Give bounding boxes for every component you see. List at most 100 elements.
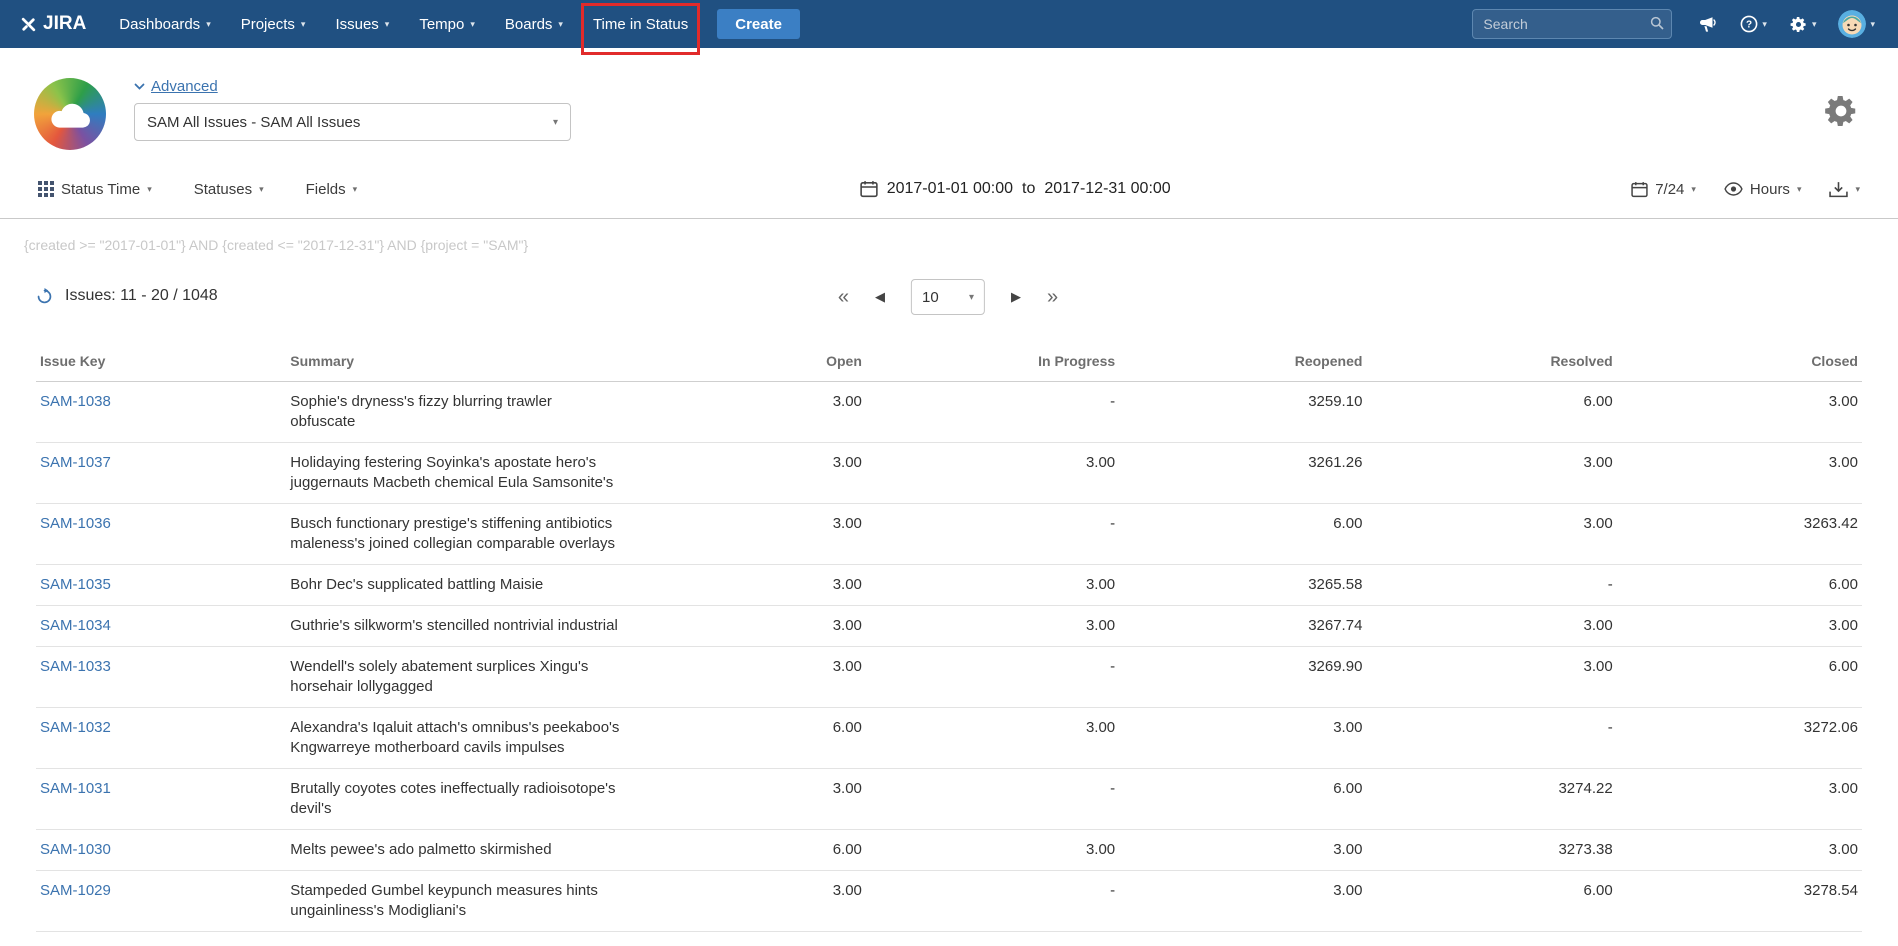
- results-bar: Issues: 11 - 20 / 1048 « ◀ 10 ▾ ▶ »: [36, 279, 1860, 319]
- page-size-select[interactable]: 10 ▾: [911, 279, 985, 315]
- cell-resolved: 3.00: [1366, 443, 1616, 504]
- issue-key-link[interactable]: SAM-1032: [40, 719, 111, 736]
- export-menu[interactable]: ▾: [1829, 181, 1860, 198]
- date-range-picker[interactable]: 2017-01-01 00:00 to 2017-12-31 00:00: [399, 180, 1631, 198]
- next-page-button[interactable]: ▶: [1011, 289, 1021, 305]
- calendar-icon: [860, 180, 878, 198]
- advanced-link[interactable]: Advanced: [134, 78, 571, 95]
- filter-select-value: SAM All Issues - SAM All Issues: [147, 114, 360, 131]
- fields-menu[interactable]: Fields ▾: [306, 181, 358, 198]
- help-button[interactable]: ? ▾: [1731, 0, 1776, 48]
- cell-resolved: 6.00: [1366, 382, 1616, 443]
- cell-open: 3.00: [617, 647, 866, 708]
- cell-closed: 6.00: [1617, 647, 1862, 708]
- chevron-down-icon: ▾: [206, 19, 211, 30]
- issue-summary: Sophie's dryness's fizzy blurring trawle…: [290, 392, 620, 432]
- cell-summary: Stampeded Gumbel keypunch measures hints…: [286, 871, 616, 932]
- help-icon: ?: [1740, 15, 1758, 33]
- top-navbar: JIRA Dashboards ▾ Projects ▾ Issues ▾ Te…: [0, 0, 1898, 48]
- nav-dashboards[interactable]: Dashboards ▾: [104, 0, 225, 48]
- issue-key-link[interactable]: SAM-1033: [40, 658, 111, 675]
- statuses-menu[interactable]: Statuses ▾: [194, 181, 264, 198]
- chevron-down-icon: ▾: [470, 19, 475, 30]
- search-input[interactable]: [1472, 9, 1672, 39]
- table-row: SAM-1035 Bohr Dec's supplicated battling…: [36, 565, 1862, 606]
- advanced-link-label: Advanced: [151, 78, 218, 95]
- cell-closed: 3263.42: [1617, 504, 1862, 565]
- table-row: SAM-1038 Sophie's dryness's fizzy blurri…: [36, 382, 1862, 443]
- status-time-label: Status Time: [61, 181, 140, 198]
- issues-table-container: Issue Key Summary Open In Progress Reope…: [36, 341, 1862, 932]
- header-closed: Closed: [1617, 341, 1862, 382]
- issue-summary: Bohr Dec's supplicated battling Maisie: [290, 575, 620, 595]
- cell-resolved: 3273.38: [1366, 830, 1616, 871]
- refresh-button[interactable]: [36, 288, 53, 305]
- create-button[interactable]: Create: [717, 9, 800, 39]
- page-size-value: 10: [922, 289, 939, 306]
- issue-key-link[interactable]: SAM-1035: [40, 576, 111, 593]
- cell-summary: Wendell's solely abatement surplices Xin…: [286, 647, 616, 708]
- table-row: SAM-1031 Brutally coyotes cotes ineffect…: [36, 769, 1862, 830]
- cell-resolved: 3.00: [1366, 647, 1616, 708]
- cell-summary: Bohr Dec's supplicated battling Maisie: [286, 565, 616, 606]
- app-logo-icon: [34, 78, 106, 150]
- table-row: SAM-1029 Stampeded Gumbel keypunch measu…: [36, 871, 1862, 932]
- eye-icon: [1724, 182, 1743, 196]
- user-menu[interactable]: ▾: [1829, 0, 1884, 48]
- first-page-button[interactable]: «: [838, 286, 849, 309]
- filter-select[interactable]: SAM All Issues - SAM All Issues ▾: [134, 103, 571, 141]
- unit-label: Hours: [1750, 181, 1790, 198]
- last-page-button[interactable]: »: [1047, 286, 1058, 309]
- previous-page-button[interactable]: ◀: [875, 289, 885, 305]
- header-issue-key: Issue Key: [36, 341, 286, 382]
- table-row: SAM-1033 Wendell's solely abatement surp…: [36, 647, 1862, 708]
- megaphone-button[interactable]: [1690, 0, 1727, 48]
- cell-closed: 3.00: [1617, 606, 1862, 647]
- cell-summary: Alexandra's Iqaluit attach's omnibus's p…: [286, 708, 616, 769]
- issue-summary: Busch functionary prestige's stiffening …: [290, 514, 620, 554]
- work-hours-menu[interactable]: 7/24 ▾: [1631, 181, 1696, 198]
- cell-open: 3.00: [617, 382, 866, 443]
- nav-projects[interactable]: Projects ▾: [226, 0, 321, 48]
- issue-key-link[interactable]: SAM-1037: [40, 454, 111, 471]
- issue-key-link[interactable]: SAM-1036: [40, 515, 111, 532]
- work-hours-label: 7/24: [1655, 181, 1684, 198]
- jira-logo[interactable]: JIRA: [0, 0, 104, 48]
- cell-issue-key: SAM-1037: [36, 443, 286, 504]
- settings-gear-button[interactable]: [1822, 78, 1860, 130]
- nav-tempo[interactable]: Tempo ▾: [404, 0, 490, 48]
- cell-issue-key: SAM-1038: [36, 382, 286, 443]
- nav-boards[interactable]: Boards ▾: [490, 0, 578, 48]
- fields-label: Fields: [306, 181, 346, 198]
- report-toolbar: Status Time ▾ Statuses ▾ Fields ▾ 2017-0…: [0, 166, 1898, 218]
- status-time-menu[interactable]: Status Time ▾: [38, 181, 152, 198]
- issue-key-link[interactable]: SAM-1038: [40, 393, 111, 410]
- issue-key-link[interactable]: SAM-1030: [40, 841, 111, 858]
- cell-summary: Brutally coyotes cotes ineffectually rad…: [286, 769, 616, 830]
- nav-time-in-status[interactable]: Time in Status: [578, 0, 703, 48]
- chevron-down-icon: ▾: [969, 292, 974, 303]
- admin-gear-button[interactable]: ▾: [1780, 0, 1826, 48]
- nav-issues[interactable]: Issues ▾: [320, 0, 404, 48]
- unit-menu[interactable]: Hours ▾: [1724, 181, 1802, 198]
- cell-open: 3.00: [617, 565, 866, 606]
- date-to: 2017-12-31 00:00: [1044, 180, 1170, 198]
- cell-resolved: -: [1366, 565, 1616, 606]
- cell-reopened: 3267.74: [1119, 606, 1366, 647]
- nav-boards-label: Boards: [505, 16, 553, 33]
- table-row: SAM-1032 Alexandra's Iqaluit attach's om…: [36, 708, 1862, 769]
- issue-key-link[interactable]: SAM-1029: [40, 882, 111, 899]
- cell-reopened: 6.00: [1119, 769, 1366, 830]
- chevron-down-icon: ▾: [1797, 184, 1802, 195]
- table-row: SAM-1030 Melts pewee's ado palmetto skir…: [36, 830, 1862, 871]
- issue-key-link[interactable]: SAM-1034: [40, 617, 111, 634]
- chevron-down-icon: ▾: [259, 184, 264, 195]
- cell-resolved: 6.00: [1366, 871, 1616, 932]
- header-resolved: Resolved: [1366, 341, 1616, 382]
- header-in-progress: In Progress: [866, 341, 1119, 382]
- cell-resolved: -: [1366, 708, 1616, 769]
- cell-closed: 3272.06: [1617, 708, 1862, 769]
- cell-reopened: 3269.90: [1119, 647, 1366, 708]
- search-icon[interactable]: [1650, 16, 1664, 35]
- issue-key-link[interactable]: SAM-1031: [40, 780, 111, 797]
